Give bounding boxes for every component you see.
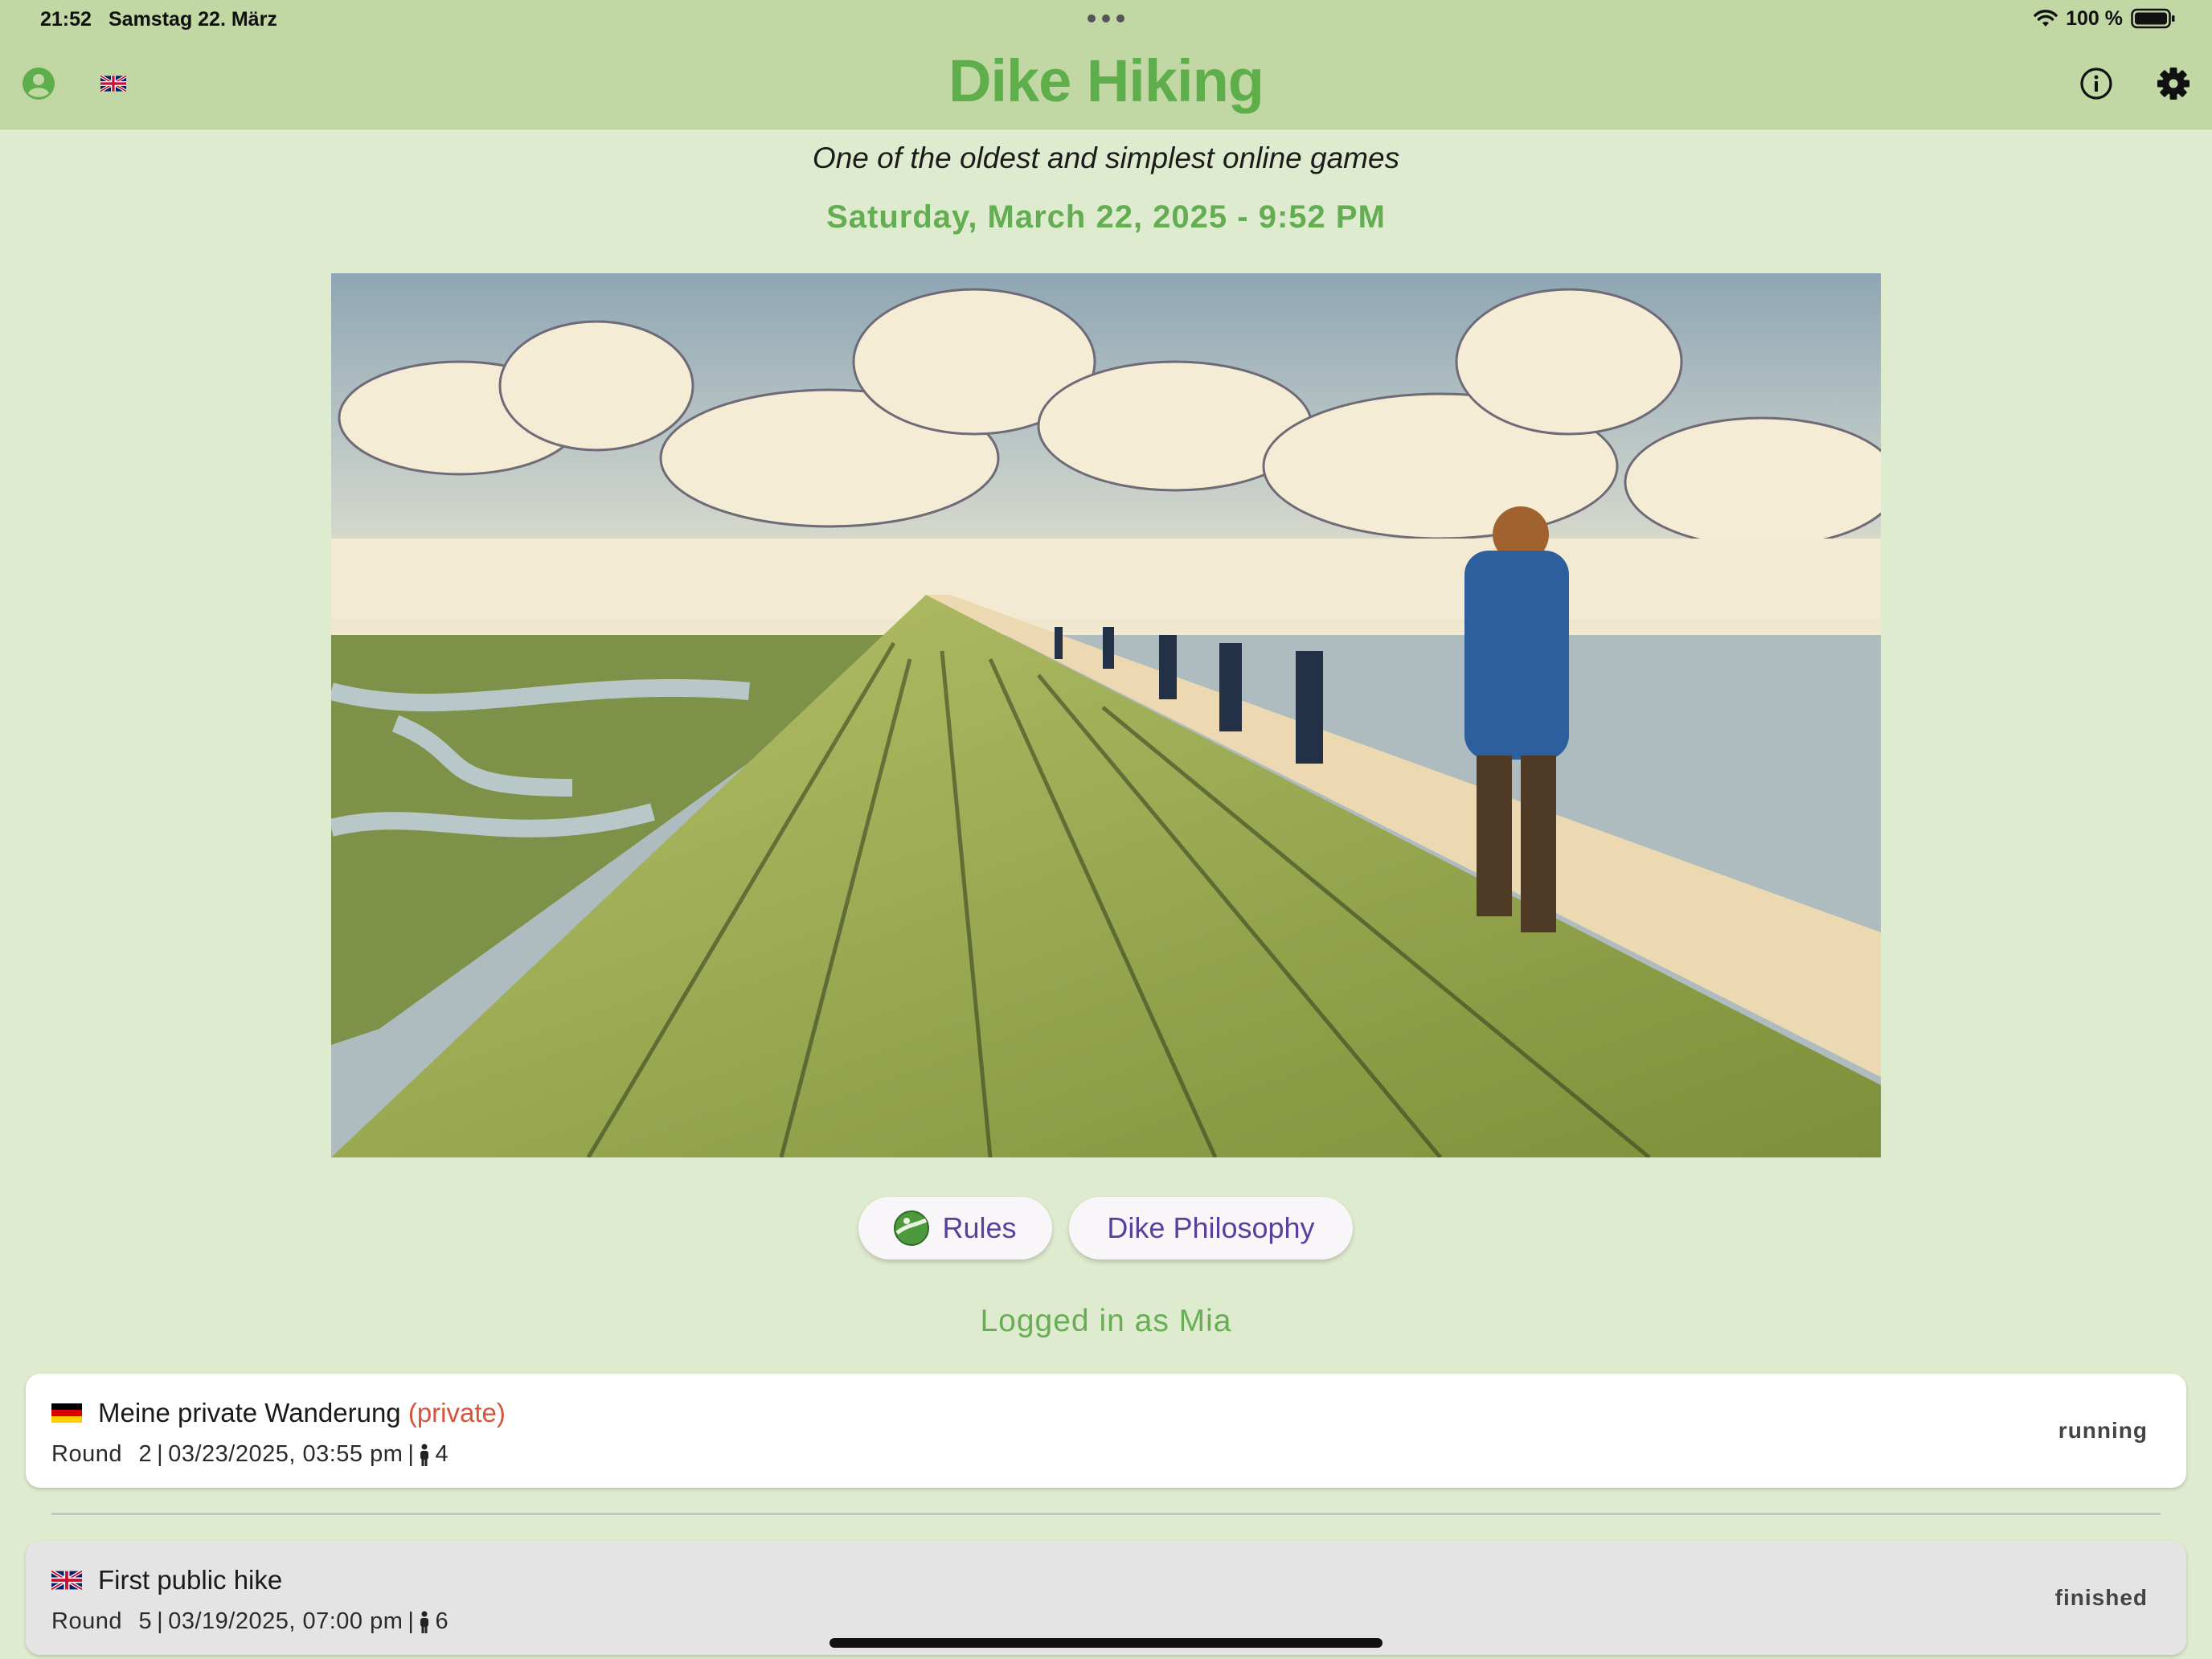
person-icon [420,1444,429,1466]
status-time: 21:52 [40,8,92,31]
game-datetime: 03/23/2025, 03:55 pm [168,1441,403,1467]
uk-flag-icon [51,1571,82,1590]
rules-label: Rules [942,1211,1017,1244]
round-number: 5 [138,1608,153,1634]
player-count: 6 [435,1608,449,1634]
player-count: 4 [435,1441,449,1467]
game-title-row: Meine private Wanderung (private) [51,1398,506,1428]
game-datetime: 03/19/2025, 07:00 pm [168,1608,403,1634]
status-indicators: 100 % [2034,6,2176,31]
dike-philosophy-button[interactable]: Dike Philosophy [1069,1197,1353,1260]
current-datetime: Saturday, March 22, 2025 - 9:52 PM [826,199,1386,235]
app-header: 21:52 Samstag 22. März 100 % Dike Hiking [0,0,2212,129]
hero-illustration [331,273,1881,1157]
game-name: First public hike [98,1565,283,1595]
battery-percent: 100 % [2066,6,2123,30]
app-subtitle: One of the oldest and simplest online ga… [812,141,1400,174]
wifi-icon [2034,10,2058,27]
game-card[interactable]: Meine private Wanderung (private) Round … [26,1374,2186,1488]
gear-icon[interactable] [2156,66,2191,101]
round-label: Round [51,1608,122,1634]
battery-icon [2131,8,2175,29]
app-title: Dike Hiking [948,47,1264,114]
round-number: 2 [138,1441,153,1467]
game-title-row: First public hike [51,1565,282,1596]
game-status: finished [2054,1585,2148,1610]
section-divider [51,1513,2161,1515]
game-meta: Round 2 | 03/23/2025, 03:55 pm | 4 [51,1441,449,1467]
round-label: Round [51,1441,122,1467]
game-meta: Round 5 | 03/19/2025, 07:00 pm | 6 [51,1608,449,1634]
status-date: Samstag 22. März [109,8,277,31]
info-icon[interactable] [2079,66,2114,101]
app-screen: 21:52 Samstag 22. März 100 % Dike Hiking… [0,0,2212,1659]
game-name: Meine private Wanderung [98,1398,401,1428]
rules-button[interactable]: Rules [858,1197,1052,1260]
private-tag: (private) [408,1398,506,1428]
multitasking-dots-icon[interactable] [1088,14,1124,23]
dike-philosophy-label: Dike Philosophy [1107,1211,1315,1244]
rules-logo-icon [894,1210,930,1246]
germany-flag-icon [51,1403,82,1423]
logged-in-status: Logged in as Mia [980,1304,1232,1338]
person-icon [420,1611,429,1633]
game-status: running [2058,1418,2148,1443]
home-indicator[interactable] [830,1638,1382,1648]
